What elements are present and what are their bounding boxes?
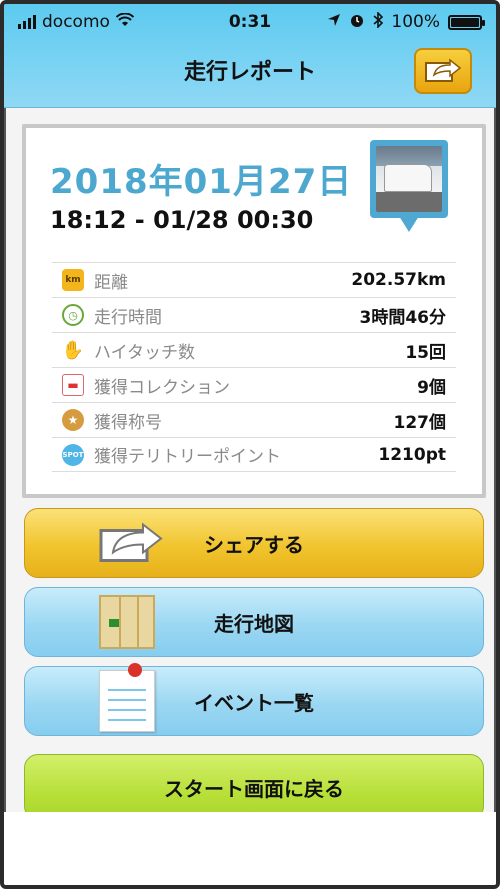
- stat-high-touch: ✋ ハイタッチ数 15回: [52, 332, 456, 367]
- stat-label: 獲得称号: [94, 412, 162, 433]
- stat-label: 距離: [94, 272, 128, 293]
- report-time-range: 18:12 - 01/28 00:30: [50, 206, 314, 234]
- share-button[interactable]: シェアする: [24, 508, 484, 578]
- stat-label: ハイタッチ数: [94, 342, 195, 363]
- stat-label: 獲得テリトリーポイント: [94, 447, 281, 467]
- stat-value: 15回: [405, 342, 446, 363]
- hand-icon: ✋: [61, 339, 85, 361]
- stat-value: 9個: [417, 377, 446, 398]
- stat-value: 1210pt: [378, 444, 446, 465]
- report-date: 2018年01月27日: [50, 162, 353, 202]
- app-screen: docomo 0:31 100% 走行レポート 2018年01月27日 18:1…: [0, 0, 500, 889]
- stat-titles: ★ 獲得称号 127個: [52, 402, 456, 437]
- spot-icon: SPOT: [62, 443, 84, 466]
- stat-value: 3時間46分: [359, 307, 447, 328]
- stat-distance: km 距離 202.57km: [52, 262, 456, 297]
- stat-value: 127個: [393, 412, 447, 433]
- km-icon: km: [62, 269, 84, 291]
- bottom-area: [4, 812, 496, 885]
- stat-territory-points: SPOT 獲得テリトリーポイント 1210pt: [52, 437, 456, 472]
- map-icon: [99, 595, 155, 649]
- clock-time: 0:31: [228, 12, 272, 32]
- report-card: 2018年01月27日 18:12 - 01/28 00:30 km 距離 20…: [22, 124, 486, 498]
- car-icon: ▬: [62, 374, 84, 396]
- event-list-button-label: イベント一覧: [194, 690, 314, 715]
- medal-icon: ★: [62, 409, 84, 431]
- back-to-start-button-label: スタート画面に戻る: [164, 776, 344, 801]
- stat-drive-time: ◷ 走行時間 3時間46分: [52, 297, 456, 332]
- stat-label: 獲得コレクション: [94, 377, 230, 398]
- stat-value: 202.57km: [351, 270, 446, 290]
- clock-icon: ◷: [62, 304, 84, 326]
- event-list-button[interactable]: イベント一覧: [24, 663, 484, 736]
- top-bar: docomo 0:31 100% 走行レポート: [4, 4, 496, 108]
- share-icon: [99, 519, 165, 568]
- stat-collection: ▬ 獲得コレクション 9個: [52, 367, 456, 402]
- battery-icon: [448, 14, 485, 30]
- vehicle-photo: [376, 146, 442, 212]
- drive-map-button-label: 走行地図: [214, 611, 294, 636]
- back-to-start-button[interactable]: スタート画面に戻る: [24, 754, 484, 820]
- stats-list: km 距離 202.57km ◷ 走行時間 3時間46分 ✋ ハイタッチ数 15…: [52, 262, 456, 472]
- share-button-label: シェアする: [204, 532, 304, 557]
- status-bar: docomo 0:31 100%: [4, 4, 496, 40]
- share-nav-button[interactable]: [414, 48, 472, 94]
- vehicle-photo-pin: [370, 140, 448, 232]
- stat-label: 走行時間: [94, 307, 162, 328]
- note-icon: [99, 663, 155, 732]
- drive-map-button[interactable]: 走行地図: [24, 587, 484, 657]
- share-icon: [424, 55, 462, 87]
